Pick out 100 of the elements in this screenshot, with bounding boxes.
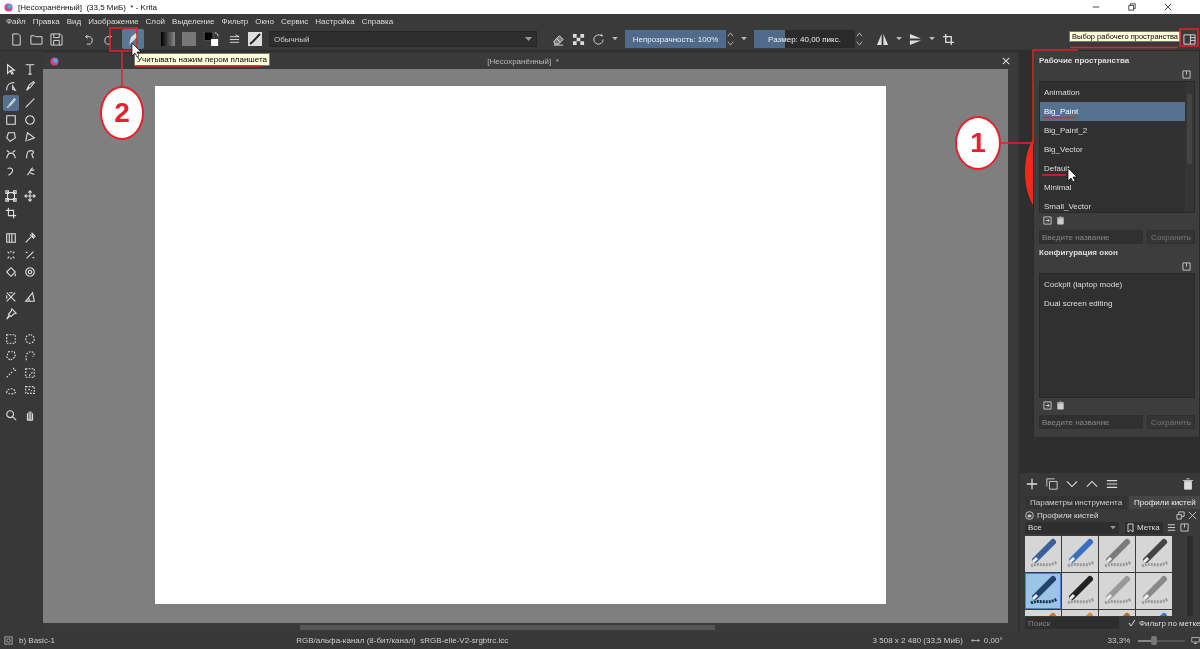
import-icon[interactable] [1043,400,1052,410]
crop-icon[interactable] [3,205,19,221]
caret-icon[interactable] [612,37,618,41]
move-icon[interactable] [22,188,38,204]
tag-button[interactable]: Метка [1125,521,1163,534]
reload-icon[interactable] [592,32,605,46]
section-title: Конфигурация окон [1039,247,1119,259]
enclose-fill-icon[interactable] [22,264,38,280]
color-space-label: RGB/альфа-канал (8-бит/канал) sRGB-elle-V2-srgbtrc.icc [296,636,510,645]
properties-icon[interactable] [1106,478,1118,490]
menu-item[interactable]: Выделение [172,16,215,26]
flip-icon[interactable] [909,32,922,46]
new-document-icon[interactable] [10,32,23,46]
cursor-icon [131,42,142,58]
checkbox-label: Фильтр по метке [1139,618,1200,628]
duplicate-icon[interactable] [1046,478,1058,490]
list-item[interactable]: Dual screen editing [1040,294,1194,313]
zoom-icon[interactable] [3,407,19,423]
list-item[interactable]: Minimal [1040,178,1185,197]
lock-icon[interactable] [1025,510,1034,520]
crop-icon[interactable] [942,32,955,46]
docker-tab[interactable]: Профили кистей [1129,496,1200,509]
pin-icon[interactable] [3,306,19,322]
menu-item[interactable]: Изображение [88,16,139,26]
brush-preset[interactable] [1025,573,1061,609]
scrollbar[interactable] [1185,82,1194,212]
monitor-icon[interactable] [1191,636,1200,645]
caret-icon[interactable] [929,37,935,41]
menu-item[interactable]: Слой [145,16,166,26]
menu-icon[interactable] [1167,523,1176,532]
menu-item[interactable]: Вид [66,16,82,26]
undo-icon[interactable] [82,32,95,46]
list-item[interactable]: Small_Vector [1040,197,1185,216]
add-icon[interactable] [1026,478,1038,490]
spin-arrows-icon[interactable] [727,30,734,48]
save-icon[interactable] [50,32,63,46]
brush-preset-icon[interactable] [248,32,262,46]
tag-filter-checkbox[interactable] [1128,619,1136,627]
restore-icon[interactable] [1128,3,1136,11]
chevron-down-icon[interactable] [1066,478,1078,490]
polygon-icon[interactable] [3,129,19,145]
name-field[interactable]: Введите название [1039,415,1143,429]
opacity-slider[interactable]: Непрозрачность: 100% [625,30,726,48]
app-logo-icon [50,56,59,66]
color-swatch-icon[interactable] [203,32,221,46]
workspace-icon[interactable] [1183,32,1196,46]
trash-icon[interactable] [1182,478,1194,490]
rectangle-icon[interactable] [3,112,19,128]
chevron-up-icon[interactable] [1086,478,1098,490]
import-icon[interactable] [1043,215,1052,225]
gradient-icon[interactable] [3,230,19,246]
fill-bucket-icon[interactable] [3,264,19,280]
checker-icon[interactable] [572,32,585,46]
spin-arrows-icon[interactable] [856,30,863,48]
float-icon[interactable] [1176,510,1185,520]
caret-icon[interactable] [741,37,747,41]
similar-select-icon[interactable] [22,365,38,381]
folder-icon[interactable] [30,32,43,46]
trash-icon[interactable] [1056,215,1065,225]
eraser-icon[interactable] [552,32,565,46]
menu-item[interactable]: Файл [6,16,26,26]
gradient-swatch[interactable] [161,32,175,46]
caret-icon[interactable] [896,37,902,41]
measure-icon[interactable] [22,289,38,305]
menu-item[interactable]: Правка [32,16,60,26]
menu-item[interactable]: Справка [361,16,394,26]
leader-line [121,50,123,87]
list-item[interactable]: Cockpit (laptop mode) [1040,275,1194,294]
menu-item[interactable]: Сервис [280,16,309,26]
docker-tab[interactable]: Параметры инструмента [1025,496,1128,509]
filter-dropdown[interactable]: Все [1025,521,1119,534]
rotation-icon[interactable] [970,636,980,645]
menu-item[interactable]: Окно [255,16,274,26]
slider-thumb[interactable] [1151,635,1158,645]
polygon-select-icon[interactable] [3,348,19,364]
close-icon[interactable] [1164,3,1172,11]
rectangle-select-icon[interactable] [3,331,19,347]
underline-mark [1041,174,1067,176]
mirror-icon[interactable] [876,32,889,46]
list-item[interactable]: Big_Paint_2 [1040,121,1185,140]
pattern-swatch[interactable] [182,32,196,46]
save-icon[interactable] [1182,69,1191,79]
list-item[interactable]: Animation [1040,83,1185,102]
blend-mode-dropdown[interactable]: Обычный [269,31,537,47]
menu-item[interactable]: Настройка [315,16,355,26]
brush-preset[interactable] [1136,536,1172,572]
zoom-slider[interactable] [1138,639,1185,642]
transform-icon[interactable] [3,188,19,204]
trash-icon[interactable] [1056,400,1065,410]
search-field[interactable]: Поиск [1025,617,1119,629]
menu-item[interactable]: Фильтр [221,16,249,26]
list-item[interactable]: Big_Paint [1040,102,1185,121]
brush-settings-icon[interactable] [228,32,241,46]
brush-icon[interactable] [3,95,19,111]
name-field[interactable]: Введите название [1039,230,1143,244]
list-item[interactable]: Big_Vector [1040,140,1185,159]
list-item[interactable]: Default [1040,159,1185,178]
save-icon[interactable] [1180,523,1189,532]
save-icon[interactable] [1182,261,1191,271]
ellipse-select-icon[interactable] [22,331,38,347]
